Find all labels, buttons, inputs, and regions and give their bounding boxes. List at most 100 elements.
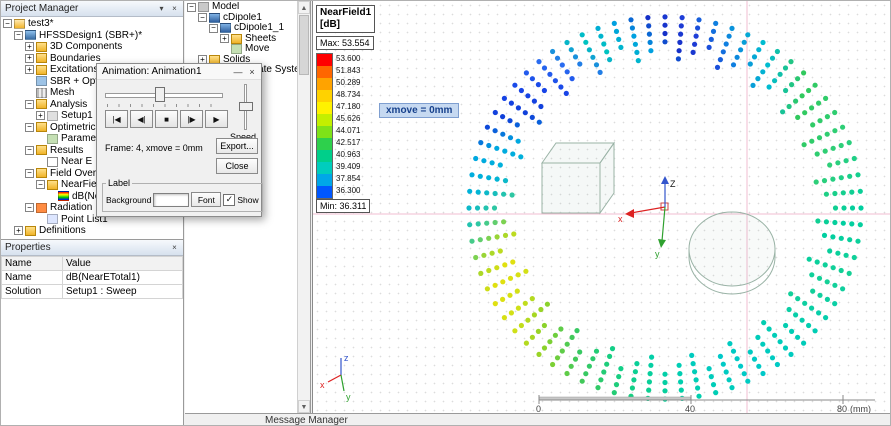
tree-item-cdipole1-1[interactable]: −cDipole1_1 bbox=[185, 23, 310, 34]
nearfield-dot bbox=[550, 49, 555, 54]
nearfield-dot bbox=[530, 296, 535, 301]
collapse-icon[interactable]: − bbox=[36, 180, 45, 189]
collapse-icon[interactable]: − bbox=[14, 31, 23, 40]
collapse-icon[interactable]: − bbox=[25, 100, 34, 109]
tree-item-cdipole1[interactable]: −cDipole1 bbox=[185, 13, 310, 24]
speed-thumb[interactable] bbox=[239, 102, 253, 111]
nearfield-dot bbox=[509, 310, 514, 315]
colorbar-segment bbox=[317, 102, 332, 114]
nearfield-dot bbox=[507, 293, 512, 298]
scroll-up-icon[interactable]: ▲ bbox=[298, 1, 310, 14]
collapse-icon[interactable]: − bbox=[25, 169, 34, 178]
nearfield-dot bbox=[677, 40, 682, 45]
tree-item-3d-components[interactable]: +3D Components bbox=[1, 41, 183, 53]
nearfield-dot bbox=[604, 362, 609, 367]
tree-item-label: Mesh bbox=[50, 87, 74, 99]
expand-icon[interactable]: + bbox=[25, 54, 34, 63]
panel-title: Project Manager bbox=[5, 3, 155, 14]
viewport-3d[interactable]: x y Z z x y 0 bbox=[312, 1, 891, 413]
background-color-button[interactable] bbox=[153, 193, 189, 207]
nearfield-dot bbox=[840, 125, 845, 130]
tree-item-move[interactable]: Move bbox=[185, 44, 310, 55]
step-forward-button[interactable]: |▶ bbox=[180, 110, 203, 128]
close-icon[interactable]: × bbox=[168, 243, 181, 252]
slider-thumb[interactable] bbox=[155, 87, 165, 102]
nearfield-dot bbox=[501, 192, 506, 197]
nearfield-dot bbox=[646, 388, 651, 393]
nearfield-dot bbox=[755, 76, 760, 81]
expand-icon[interactable]: + bbox=[36, 111, 45, 120]
expand-icon[interactable]: + bbox=[25, 65, 34, 74]
nearfield-dot bbox=[493, 191, 498, 196]
nearfield-dot bbox=[772, 333, 777, 338]
nearfield-dot bbox=[532, 99, 537, 104]
model-tree-scrollbar[interactable]: ▲ ▼ bbox=[297, 1, 310, 413]
seek-start-button[interactable]: |◀ bbox=[105, 110, 128, 128]
nearfield-dot bbox=[832, 191, 837, 196]
tree-item-hfssdesign1-sbr[interactable]: −HFSSDesign1 (SBR+)* bbox=[1, 30, 183, 42]
font-button[interactable]: Font bbox=[191, 192, 221, 207]
frame-slider[interactable] bbox=[105, 86, 223, 102]
play-button[interactable]: ▶ bbox=[205, 110, 228, 128]
nearfield-dot bbox=[677, 363, 682, 368]
nearfield-dot bbox=[616, 37, 621, 42]
close-icon[interactable]: × bbox=[168, 4, 181, 13]
nearfield-dot bbox=[634, 50, 639, 55]
nearfield-dot bbox=[662, 372, 667, 377]
show-checkbox[interactable]: ✓ bbox=[223, 194, 235, 206]
collapse-icon[interactable]: − bbox=[3, 19, 12, 28]
scrollbar-thumb[interactable] bbox=[299, 15, 309, 75]
nearfield-dot bbox=[823, 315, 828, 320]
scroll-down-icon[interactable]: ▼ bbox=[298, 400, 310, 413]
expand-icon[interactable]: + bbox=[220, 34, 229, 43]
solid-box[interactable] bbox=[542, 143, 614, 213]
step-back-button[interactable]: ◀| bbox=[130, 110, 153, 128]
collapse-icon[interactable]: − bbox=[209, 24, 218, 33]
collapse-icon[interactable]: − bbox=[198, 13, 207, 22]
collapse-icon[interactable]: − bbox=[187, 3, 196, 12]
nearfield-dot bbox=[569, 47, 574, 52]
nearfield-dot bbox=[801, 341, 806, 346]
nearfield-dot bbox=[849, 221, 854, 226]
expand-icon[interactable]: + bbox=[14, 226, 23, 235]
tree-item-model[interactable]: −Model bbox=[185, 2, 310, 13]
nearfield-dot bbox=[473, 156, 478, 161]
collapse-icon[interactable]: − bbox=[25, 123, 34, 132]
panel-menu-icon[interactable]: ▾ bbox=[155, 4, 168, 13]
collapse-icon[interactable]: − bbox=[25, 146, 34, 155]
expand-icon[interactable]: + bbox=[25, 42, 34, 51]
nearfield-dot bbox=[825, 279, 830, 284]
minimize-icon[interactable]: — bbox=[231, 67, 245, 77]
nearfield-dot bbox=[679, 388, 684, 393]
tree-item-sheets[interactable]: +Sheets bbox=[185, 34, 310, 45]
nearfield-dot bbox=[783, 323, 788, 328]
property-row[interactable]: NamedB(NearETotal1) bbox=[2, 271, 183, 285]
tree-item-test3[interactable]: −test3* bbox=[1, 18, 183, 30]
nearfield-dot bbox=[847, 271, 852, 276]
nearfield-dot bbox=[745, 32, 750, 37]
nearfield-dot bbox=[694, 377, 699, 382]
dialog-titlebar[interactable]: Animation: Animation1 — × bbox=[97, 64, 261, 80]
nearfield-dot bbox=[555, 355, 560, 360]
nearfield-dot bbox=[493, 283, 498, 288]
nearfield-dot bbox=[676, 56, 681, 61]
nearfield-dot bbox=[841, 221, 846, 226]
speed-slider[interactable] bbox=[237, 84, 253, 130]
tree-item-definitions[interactable]: +Definitions bbox=[1, 225, 183, 237]
export-button[interactable]: Export... bbox=[216, 138, 258, 154]
background-label: Background bbox=[106, 195, 151, 205]
nearfield-dot bbox=[515, 122, 520, 127]
nearfield-dot bbox=[839, 143, 844, 148]
collapse-icon[interactable]: − bbox=[25, 203, 34, 212]
nearfield-dot bbox=[509, 101, 514, 106]
nearfield-dot bbox=[707, 366, 712, 371]
stop-button[interactable]: ■ bbox=[155, 110, 178, 128]
property-row[interactable]: SolutionSetup1 : Sweep bbox=[2, 285, 183, 299]
tree-item-label: Setup1 bbox=[61, 110, 93, 122]
close-button[interactable]: Close bbox=[216, 158, 258, 174]
solid-cylinder[interactable] bbox=[689, 212, 775, 294]
close-icon[interactable]: × bbox=[245, 67, 259, 77]
nearfield-dot bbox=[601, 41, 606, 46]
component-icon bbox=[209, 13, 220, 23]
message-manager-bar[interactable]: Message Manager bbox=[185, 413, 891, 426]
